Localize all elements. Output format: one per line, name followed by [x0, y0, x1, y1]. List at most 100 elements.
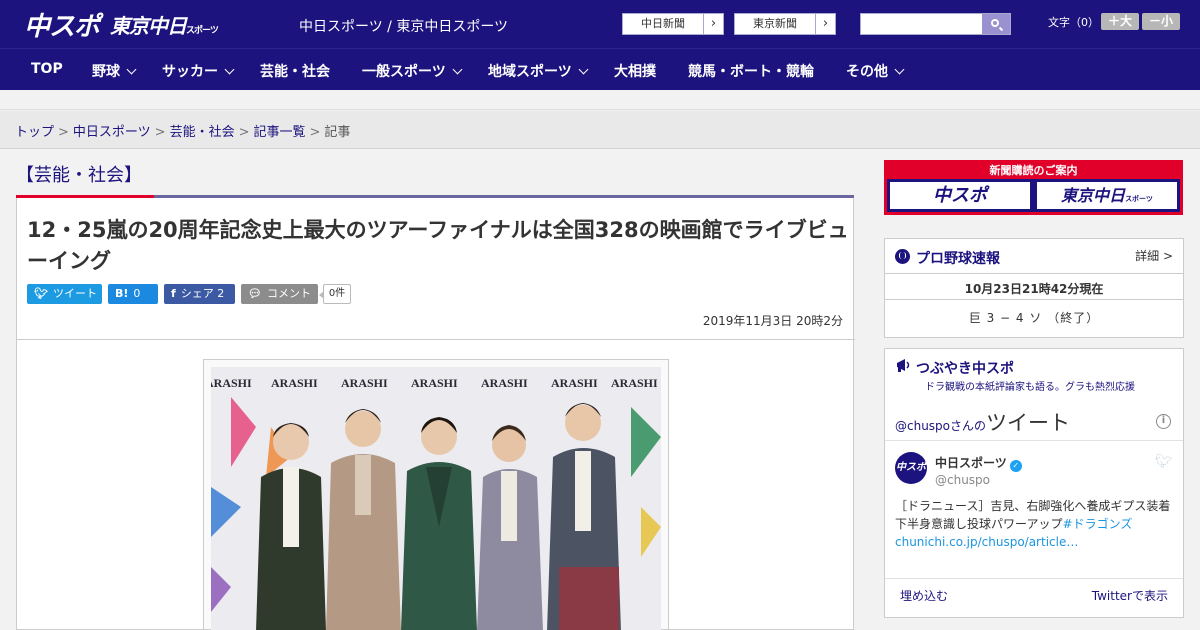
- nav-item-label: 芸能・社会: [260, 64, 330, 80]
- tokyo-chunichi-logo[interactable]: 東京中日スポーツ: [110, 10, 219, 39]
- tokyo-chunichi-card-text: 東京中日: [1061, 186, 1126, 205]
- tweet-label: ツイート: [52, 287, 97, 300]
- chevron-down-icon: [894, 64, 905, 75]
- nav-item-label: 野球: [92, 64, 120, 80]
- tokyo-shimbun-link[interactable]: 東京新聞 ›: [734, 13, 836, 35]
- chevron-down-icon: [578, 64, 589, 75]
- article-photo[interactable]: ARASHI ARASHI ARASHI ARASHI ARASHI ARASH…: [211, 367, 661, 630]
- banner-text: ARASHI: [341, 376, 388, 390]
- arashi-group-photo: ARASHI ARASHI ARASHI ARASHI ARASHI ARASH…: [211, 367, 661, 630]
- facebook-share-count: 2: [217, 287, 225, 300]
- banner-text: ARASHI: [271, 376, 318, 390]
- chevron-right-icon: ›: [815, 14, 835, 34]
- twitter-icon: 🐦︎: [34, 287, 48, 300]
- baseball-icon: [895, 249, 910, 264]
- tokyo-chunichi-logo-suffix: スポーツ: [186, 26, 219, 36]
- twitter-widget: つぶやき中スポ ドラ観戦の本紙評論家も語る。グラも熱烈応援 @chuspoさんの…: [884, 348, 1184, 618]
- tokyo-shimbun-label: 東京新聞: [753, 17, 797, 30]
- banner-text: ARASHI: [411, 376, 458, 390]
- hatena-bookmark-button[interactable]: B! 0: [108, 284, 158, 304]
- tweet-button[interactable]: 🐦︎ ツイート: [27, 284, 102, 304]
- breadcrumb-article-list[interactable]: 記事一覧: [254, 125, 306, 140]
- facebook-icon: f: [171, 287, 176, 300]
- chunichi-shimbun-link[interactable]: 中日新聞 ›: [622, 13, 724, 35]
- nav-item-local-sports[interactable]: 地域スポーツ: [488, 61, 589, 81]
- account-name[interactable]: 中日スポーツ ✓: [935, 454, 1022, 472]
- breadcrumb-entertainment[interactable]: 芸能・社会: [170, 125, 235, 140]
- spacer-band: [0, 90, 1200, 110]
- chevron-down-icon: [452, 64, 463, 75]
- hatena-icon: B!: [115, 287, 129, 300]
- breadcrumb-top[interactable]: トップ: [15, 125, 54, 140]
- baseball-score[interactable]: 巨 3 − 4 ソ （終了）: [885, 309, 1183, 326]
- tokyo-chunichi-card-suffix: スポーツ: [1125, 195, 1153, 203]
- font-larger-button[interactable]: ＋大: [1101, 13, 1139, 30]
- search-input[interactable]: [861, 14, 983, 34]
- hatena-count: 0: [133, 287, 141, 300]
- subscription-promo[interactable]: 新聞購読のご案内 中スポ 東京中日スポーツ: [884, 160, 1183, 215]
- nav-item-label: 大相撲: [614, 64, 656, 80]
- banner-text: ARASHI: [551, 376, 598, 390]
- avatar[interactable]: 中スポ: [895, 452, 927, 484]
- tweet-link[interactable]: chunichi.co.jp/chuspo/article…: [895, 535, 1078, 549]
- baseball-detail-link[interactable]: 詳細 >: [1135, 247, 1173, 264]
- nav-item-label: 競馬・ボート・競輪: [688, 64, 814, 80]
- article-divider: [17, 339, 855, 340]
- article-photo-frame: ARASHI ARASHI ARASHI ARASHI ARASHI ARASH…: [203, 359, 669, 630]
- embed-link[interactable]: 埋め込む: [900, 587, 948, 604]
- breadcrumb-separator: >: [154, 125, 166, 140]
- twitter-widget-title: つぶやき中スポ: [916, 361, 1014, 377]
- tweet-hashtag[interactable]: #ドラゴンズ: [1063, 517, 1133, 531]
- nav-item-baseball[interactable]: 野球: [92, 61, 137, 81]
- search-button[interactable]: [982, 14, 1010, 34]
- chuspo-logo[interactable]: 中スポ: [24, 6, 100, 43]
- chevron-down-icon: [126, 64, 137, 75]
- nav-item-sumo[interactable]: 大相撲: [614, 61, 656, 81]
- breadcrumb-separator: >: [309, 125, 321, 140]
- comment-button[interactable]: 💬︎ コメント: [241, 284, 318, 304]
- baseball-score-widget: プロ野球速報 詳細 > 10月23日21時42分現在 巨 3 − 4 ソ （終了…: [884, 238, 1184, 338]
- timeline-account-suffix: さんの: [950, 419, 987, 433]
- subscription-cards: 中スポ 東京中日スポーツ: [887, 179, 1180, 212]
- breadcrumb: トップ > 中日スポーツ > 芸能・社会 > 記事一覧 > 記事: [15, 121, 350, 140]
- timeline-tweet-word: ツイート: [986, 411, 1071, 435]
- megaphone-icon: [897, 359, 910, 372]
- banner-text: ARASHI: [611, 376, 658, 390]
- article-card: 12・25嵐の20周年記念史上最大のツアーファイナルは全国328の映画館でライブ…: [16, 198, 855, 630]
- baseball-widget-title: プロ野球速報: [916, 251, 1000, 267]
- chevron-down-icon: [224, 64, 235, 75]
- tokyo-chunichi-subscribe-card[interactable]: 東京中日スポーツ: [1037, 182, 1177, 209]
- chevron-right-icon: ›: [703, 14, 723, 34]
- timeline-divider: [885, 440, 1183, 441]
- breadcrumb-separator: >: [238, 125, 250, 140]
- nav-item-racing[interactable]: 競馬・ボート・競輪: [688, 61, 814, 81]
- verified-badge-icon: ✓: [1009, 460, 1022, 472]
- section-title: 【芸能・社会】: [16, 165, 142, 186]
- font-size-label: 文字（0）: [1048, 16, 1099, 29]
- view-on-twitter-link[interactable]: Twitterで表示: [1092, 587, 1168, 604]
- nav-item-soccer[interactable]: サッカー: [162, 61, 235, 81]
- nav-item-general-sports[interactable]: 一般スポーツ: [362, 61, 463, 81]
- baseball-widget-header: プロ野球速報 詳細 >: [885, 239, 1183, 274]
- twitter-bird-icon[interactable]: 🐦︎: [1155, 454, 1173, 470]
- breadcrumb-chunichi-sports[interactable]: 中日スポーツ: [73, 125, 151, 140]
- nav-item-entertainment[interactable]: 芸能・社会: [260, 61, 330, 81]
- site-header: 中スポ 東京中日スポーツ 中日スポーツ / 東京中日スポーツ 中日新聞 › 東京…: [0, 0, 1200, 48]
- article-date: 2019年11月3日 20時2分: [702, 314, 843, 328]
- baseball-updated-time: 10月23日21時42分現在: [964, 282, 1104, 296]
- timeline-header: @chuspoさんのツイート: [895, 407, 1070, 437]
- nav-item-label: その他: [846, 64, 888, 80]
- timeline-account-link[interactable]: @chuspo: [895, 419, 950, 433]
- search-box: [860, 13, 1011, 35]
- facebook-share-button[interactable]: f シェア 2: [164, 284, 235, 304]
- breadcrumb-separator: >: [58, 125, 69, 140]
- nav-item-top[interactable]: TOP: [31, 61, 63, 77]
- banner-text: ARASHI: [211, 376, 252, 390]
- account-handle[interactable]: @chuspo: [935, 473, 990, 487]
- twitter-widget-subtitle: ドラ観戦の本紙評論家も語る。グラも熱烈応援: [925, 382, 1135, 393]
- chuspo-subscribe-card[interactable]: 中スポ: [890, 182, 1030, 209]
- facebook-share-label: シェア: [180, 287, 214, 300]
- info-icon[interactable]: i: [1156, 414, 1171, 429]
- nav-item-other[interactable]: その他: [846, 61, 905, 81]
- font-smaller-button[interactable]: －小: [1142, 13, 1180, 30]
